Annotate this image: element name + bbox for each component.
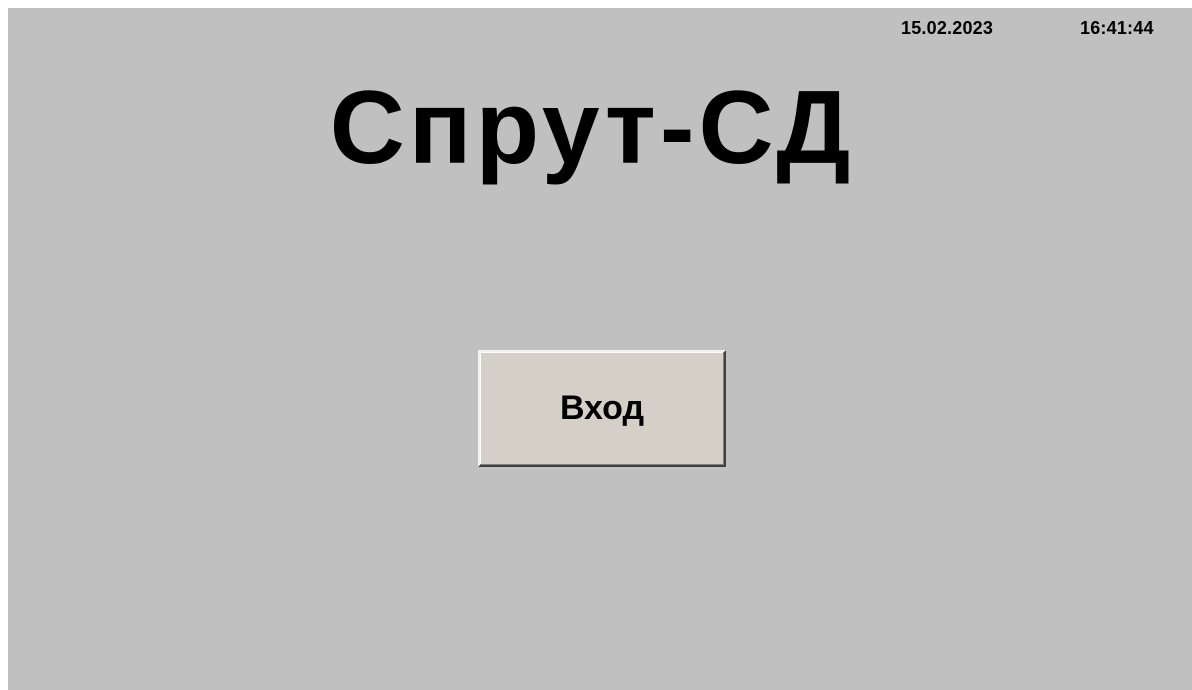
- date-display: 15.02.2023: [901, 18, 994, 38]
- login-button-label: Вход: [559, 389, 645, 427]
- login-button[interactable]: Вход: [478, 350, 726, 467]
- time-display: 16:41:44: [1080, 18, 1154, 38]
- hmi-screen: 15.02.2023 16:41:44 Спрут-СД Вход: [8, 8, 1192, 690]
- app-title: Спрут-СД: [329, 70, 855, 186]
